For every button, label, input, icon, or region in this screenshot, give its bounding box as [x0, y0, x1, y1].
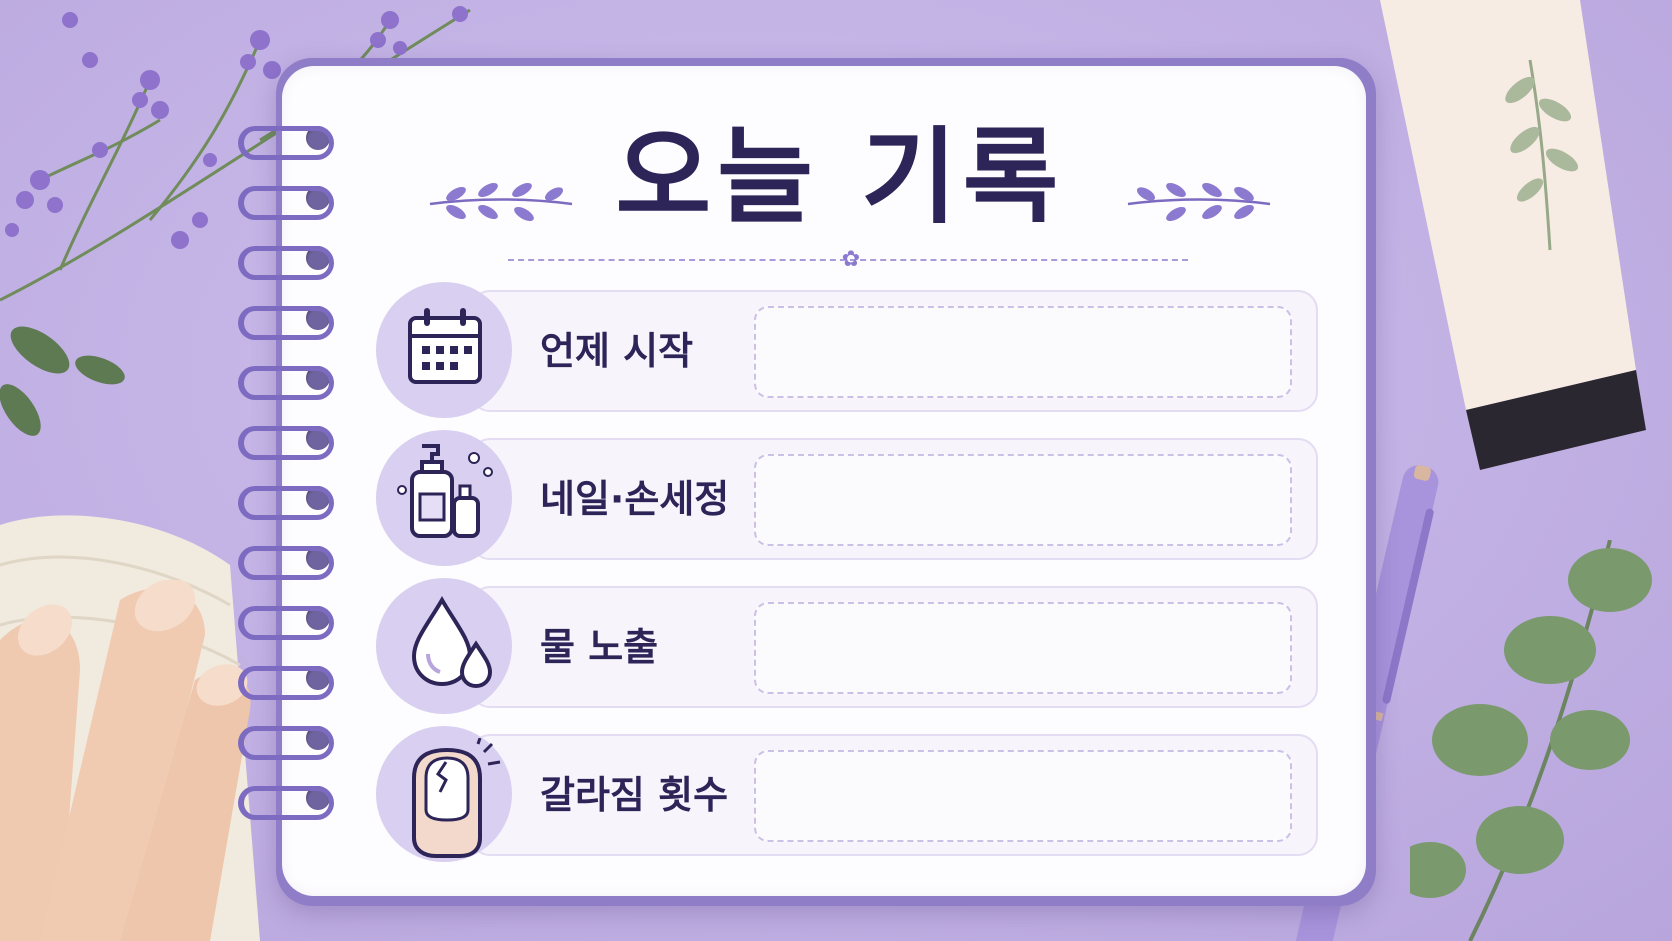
row-label-start: 언제 시작 — [540, 329, 694, 373]
binding-coil — [238, 426, 334, 460]
soap-bottles-icon — [397, 444, 493, 538]
flower-icon: ✿ — [841, 247, 861, 272]
row-label-wash: 네일·손세정 — [540, 477, 730, 521]
binding-coil — [238, 666, 334, 700]
binding-coil — [238, 186, 334, 220]
row-label-water: 물 노출 — [540, 625, 659, 669]
calendar-icon — [408, 308, 482, 384]
binding-coil — [238, 486, 334, 520]
binding-coil — [238, 546, 334, 580]
page-title: 오늘 기록 — [615, 116, 1065, 238]
wash-input-field[interactable] — [754, 454, 1292, 546]
left-sprig-ornament — [429, 183, 573, 221]
water-drop-icon — [411, 596, 493, 689]
right-sprig-ornament — [1127, 183, 1271, 221]
binding-coil — [238, 786, 334, 820]
binding-coil — [238, 126, 334, 160]
binding-coil — [238, 246, 334, 280]
binding-coil — [238, 306, 334, 340]
cracked-nail-icon — [412, 738, 501, 858]
water-input-field[interactable] — [754, 602, 1292, 694]
crack-count-input-field[interactable] — [754, 750, 1292, 842]
binding-coil — [238, 726, 334, 760]
binding-coil — [238, 606, 334, 640]
row-label-crack-count: 갈라짐 횟수 — [540, 773, 729, 817]
start-input-field[interactable] — [754, 306, 1292, 398]
hand-cream-tube — [1380, 0, 1646, 470]
binding-coil — [238, 366, 334, 400]
hand-illustration — [0, 580, 251, 941]
